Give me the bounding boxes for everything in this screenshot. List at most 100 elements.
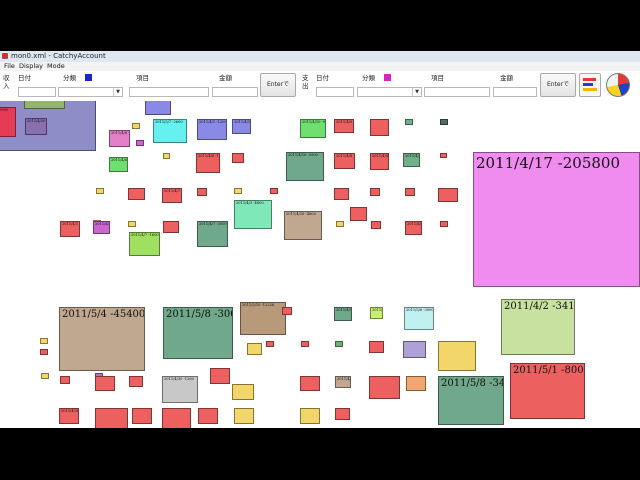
account-entry[interactable] <box>440 221 448 227</box>
expense-item-input[interactable] <box>424 87 490 97</box>
account-entry[interactable]: 2011/4/8 -1000 <box>370 153 389 170</box>
account-entry[interactable] <box>301 341 309 347</box>
account-entry[interactable] <box>96 188 104 194</box>
account-entry[interactable] <box>40 349 48 355</box>
bar-chart-icon[interactable] <box>579 73 601 97</box>
account-entry[interactable] <box>350 207 367 221</box>
account-entry[interactable] <box>162 408 191 428</box>
account-entry[interactable] <box>335 408 350 420</box>
account-entry[interactable]: 2011/4/1 -1000 <box>405 221 422 235</box>
account-entry[interactable] <box>129 376 143 387</box>
menu-mode[interactable]: Mode <box>47 62 65 71</box>
account-entry[interactable]: 2011/5/9 -600 <box>370 307 383 319</box>
account-entry[interactable] <box>334 188 349 200</box>
income-date-input[interactable] <box>18 87 56 97</box>
income-category-select[interactable]: ▼ <box>58 87 123 97</box>
account-entry[interactable] <box>95 376 115 391</box>
account-entry[interactable] <box>232 153 244 163</box>
account-entry[interactable]: 2011/4/6 -1000 <box>196 153 220 173</box>
account-entry[interactable] <box>371 221 381 229</box>
account-entry[interactable]: 2011/4/8 -350 <box>334 153 355 169</box>
expense-category-select[interactable]: ▼ <box>357 87 422 97</box>
account-entry[interactable]: 2011/4/8 -1650 <box>197 188 207 196</box>
account-entry[interactable]: 2011/4/7 -3000 <box>197 221 228 247</box>
menu-file[interactable]: File <box>4 62 15 71</box>
account-entry[interactable]: 2011/4/15 -26250 <box>406 376 426 391</box>
account-entry[interactable]: 2011/4/3 -3000 <box>145 101 171 115</box>
account-entry[interactable]: 2011/4/7 -1600 <box>129 232 160 256</box>
account-entry[interactable]: 2011/5/4 -45400 <box>59 307 145 371</box>
account-entry[interactable] <box>438 341 476 371</box>
account-entry[interactable]: 2011/5/7 -2600 <box>153 119 187 143</box>
account-entry[interactable]: 2011/4/30 -1260 <box>162 376 198 403</box>
account-entry[interactable] <box>234 408 254 424</box>
account-entry[interactable]: 2011/4/20 -6000 <box>24 101 65 109</box>
account-entry[interactable] <box>405 119 413 125</box>
account-entry[interactable] <box>440 119 448 125</box>
account-entry[interactable]: 2011/4/1 -1600 <box>60 221 80 237</box>
account-entry[interactable]: 2011/4/26 -4500 <box>335 376 351 388</box>
account-entry[interactable]: 2011/5/6 -3000 <box>404 307 434 330</box>
account-entry[interactable] <box>336 221 344 227</box>
account-entry[interactable] <box>128 188 145 200</box>
account-entry[interactable]: 2011/4/20 -2000 <box>25 118 47 135</box>
account-entry[interactable] <box>132 123 140 129</box>
account-entry[interactable]: 2011/4/1 -3000 <box>403 341 426 358</box>
account-entry[interactable]: 2011/4/9 -800 <box>334 119 354 133</box>
account-entry[interactable]: 2011/4/16 -5500 <box>286 152 324 181</box>
account-entry[interactable] <box>405 188 415 196</box>
account-entry[interactable]: 2011/4/10 -950 <box>300 119 326 138</box>
account-entry[interactable]: 2011/5/8 -30060 <box>163 307 233 359</box>
account-entry[interactable] <box>247 343 262 355</box>
expense-enter-button[interactable]: Enterで <box>540 73 576 97</box>
account-entry[interactable] <box>300 376 320 391</box>
account-entry[interactable]: 2011/4/1 -2100 <box>232 119 251 134</box>
account-entry[interactable] <box>370 119 389 136</box>
account-entry[interactable]: 2011/4/16 -850 <box>59 408 79 424</box>
expense-date-input[interactable] <box>316 87 354 97</box>
account-entry[interactable]: 2011/4/8 -1700 <box>109 130 130 147</box>
expense-amount-input[interactable] <box>493 87 537 97</box>
account-entry[interactable]: 2011/4/16 -4800 <box>284 211 322 240</box>
account-entry[interactable] <box>438 188 458 202</box>
account-entry[interactable] <box>370 188 380 196</box>
account-entry[interactable] <box>234 188 242 194</box>
account-entry[interactable]: 2011/4/7 -1000 <box>162 188 182 203</box>
account-entry[interactable]: 2011/4/7 -1300 <box>93 221 110 234</box>
income-enter-button[interactable]: Enterで <box>260 73 296 97</box>
account-entry[interactable] <box>40 338 48 344</box>
account-entry[interactable] <box>270 188 278 194</box>
account-entry[interactable] <box>369 376 400 399</box>
account-entry[interactable] <box>369 341 384 353</box>
account-entry[interactable] <box>335 341 343 347</box>
account-entry[interactable] <box>198 408 218 424</box>
account-entry[interactable] <box>282 307 292 315</box>
account-entry[interactable] <box>132 408 152 424</box>
account-entry[interactable]: 2011/4/6 -900 <box>109 157 128 172</box>
account-entry[interactable]: 2011/5/1 -800 <box>510 363 585 419</box>
account-entry[interactable] <box>128 221 136 227</box>
account-entry[interactable] <box>440 153 447 158</box>
pie-chart-icon[interactable] <box>606 73 630 97</box>
account-entry[interactable]: 2011/4/5 -900 <box>334 307 352 321</box>
account-entry[interactable]: -9500 <box>0 107 16 137</box>
account-entry[interactable]: 2011/5/10 -12226 <box>240 302 286 335</box>
account-entry[interactable]: 2011/4/1 -1200 <box>197 119 227 140</box>
menu-display[interactable]: Display <box>19 62 43 71</box>
account-entry[interactable]: 2011/4/17 -205800 <box>473 152 640 287</box>
account-entry[interactable] <box>266 341 274 347</box>
account-entry[interactable]: 2011/4/8 -700 <box>403 153 420 167</box>
account-entry[interactable] <box>136 140 144 146</box>
account-entry[interactable] <box>210 368 230 384</box>
account-entry[interactable] <box>163 221 179 233</box>
account-entry[interactable]: 2011/5/8 -34500 <box>438 376 504 425</box>
income-amount-input[interactable] <box>212 87 258 97</box>
account-entry[interactable] <box>300 408 320 424</box>
income-item-input[interactable] <box>129 87 209 97</box>
account-entry[interactable] <box>60 376 70 384</box>
account-entry[interactable]: 2011/4/3 -4800 <box>234 200 272 229</box>
account-entry[interactable]: 2011/4/2 -34100 <box>501 299 575 355</box>
account-entry[interactable] <box>163 153 170 159</box>
account-entry[interactable] <box>95 408 128 428</box>
account-entry[interactable] <box>41 373 49 379</box>
